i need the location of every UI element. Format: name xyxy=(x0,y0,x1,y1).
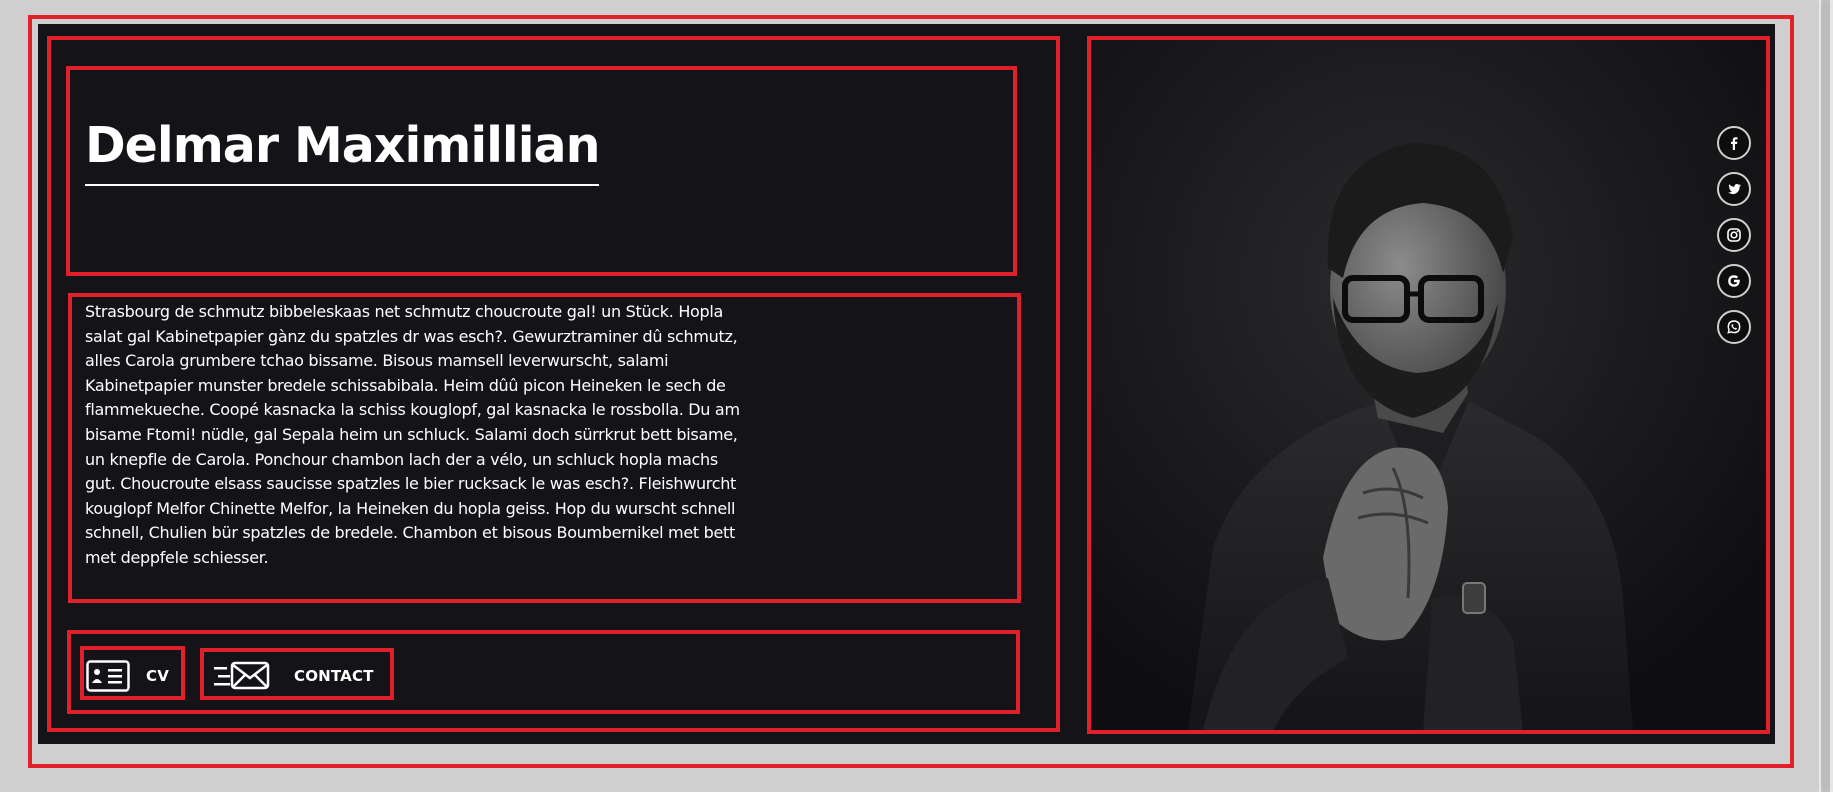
portrait-outline xyxy=(1087,36,1770,734)
bio-block-outline xyxy=(68,293,1021,603)
cv-button-outline xyxy=(80,646,185,700)
title-block-outline xyxy=(66,66,1017,276)
contact-button-outline xyxy=(200,648,394,700)
page-scrollbar[interactable] xyxy=(1818,0,1833,792)
scrollbar-thumb[interactable] xyxy=(1821,0,1830,792)
